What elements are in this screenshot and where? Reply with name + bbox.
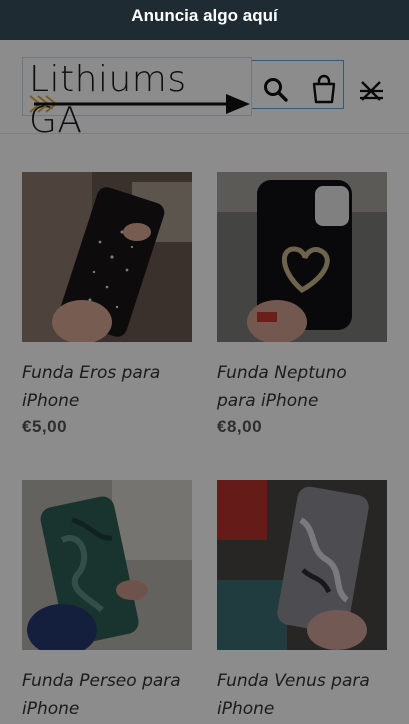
product-title[interactable]: Funda Perseo para iPhone	[22, 667, 192, 723]
product-card[interactable]: Funda Eros para iPhone €5,00	[22, 172, 192, 437]
product-card[interactable]: Funda Perseo para iPhone	[22, 480, 192, 724]
product-image[interactable]	[217, 172, 387, 342]
site-header: Lithiums GA	[0, 40, 409, 141]
announcement-text: Anuncia algo aquí	[131, 6, 278, 25]
site-logo[interactable]: Lithiums GA	[22, 57, 252, 141]
product-card[interactable]: Funda Neptuno para iPhone €8,00	[217, 172, 387, 437]
product-image[interactable]	[217, 480, 387, 650]
product-title[interactable]: Funda Eros para iPhone	[22, 359, 192, 415]
close-icon[interactable]	[356, 74, 386, 104]
product-title[interactable]: Funda Neptuno para iPhone	[217, 359, 387, 415]
product-image[interactable]	[22, 172, 192, 342]
search-icon[interactable]	[262, 76, 290, 104]
product-grid: Funda Eros para iPhone €5,00 Funda Neptu…	[0, 134, 409, 724]
product-image[interactable]	[22, 480, 192, 650]
product-title[interactable]: Funda Venus para iPhone	[217, 667, 387, 723]
announcement-bar: Anuncia algo aquí	[0, 0, 409, 40]
product-price: €5,00	[22, 417, 68, 436]
product-price: €8,00	[217, 417, 263, 436]
product-card[interactable]: Funda Venus para iPhone	[217, 480, 387, 724]
shopping-bag-icon[interactable]	[310, 74, 338, 104]
arrow-icon	[29, 94, 250, 114]
